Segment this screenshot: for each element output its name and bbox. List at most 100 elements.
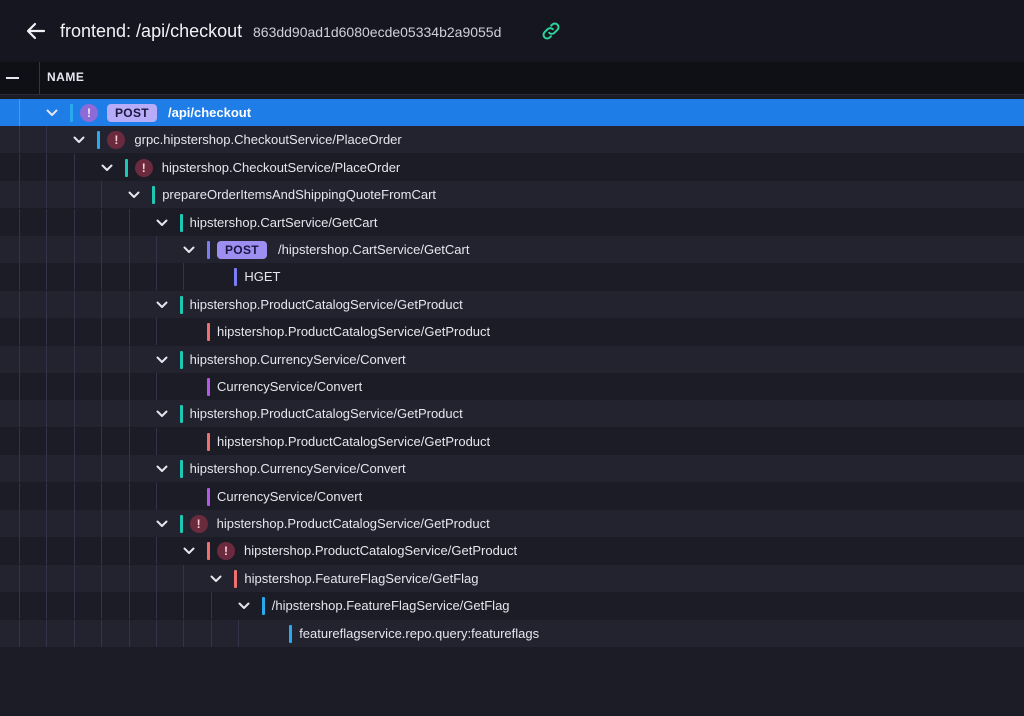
span-name: hipstershop.ProductCatalogService/GetPro… bbox=[189, 406, 463, 422]
service-color-bar bbox=[97, 131, 101, 150]
error-icon: ! bbox=[107, 131, 126, 150]
tree-guide-line bbox=[156, 236, 157, 263]
chevron-down-icon[interactable] bbox=[156, 299, 168, 311]
span-row[interactable]: hipstershop.ProductCatalogService/GetPro… bbox=[0, 318, 1024, 346]
service-color-bar bbox=[207, 432, 210, 451]
back-button[interactable] bbox=[24, 19, 48, 43]
empty-area bbox=[0, 648, 1024, 716]
tree-guide-line bbox=[101, 455, 103, 483]
span-row[interactable]: featureflagservice.repo.query:featurefla… bbox=[0, 619, 1024, 647]
tree-guide-line bbox=[128, 537, 130, 565]
chevron-down-icon[interactable] bbox=[156, 518, 168, 530]
span-row[interactable]: ! hipstershop.ProductCatalogService/GetPr… bbox=[0, 510, 1024, 537]
chevron-down-icon[interactable] bbox=[156, 408, 168, 420]
tree-guide-line bbox=[101, 208, 103, 236]
tree-guide-line bbox=[101, 592, 103, 620]
tree-guide-line bbox=[156, 263, 157, 291]
error-icon: ! bbox=[189, 515, 208, 533]
span-row[interactable]: /hipstershop.FeatureFlagService/GetFlag bbox=[0, 592, 1024, 620]
span-row[interactable]: CurrencyService/Convert bbox=[0, 373, 1024, 400]
span-row[interactable]: hipstershop.CurrencyService/Convert bbox=[0, 345, 1024, 373]
span-row[interactable]: hipstershop.ProductCatalogService/GetPro… bbox=[0, 400, 1024, 428]
tree-guide-line bbox=[19, 564, 20, 592]
tree-guide-line bbox=[73, 236, 75, 263]
tree-guide-line bbox=[73, 619, 75, 647]
page-title: frontend: /api/checkout bbox=[60, 21, 243, 41]
tree-guide-line bbox=[183, 592, 185, 620]
tree-guide-line bbox=[19, 263, 20, 291]
tree-guide-line bbox=[46, 427, 48, 455]
span-row[interactable]: ! hipstershop.ProductCatalogService/GetPr… bbox=[0, 537, 1024, 565]
chevron-down-icon[interactable] bbox=[156, 217, 168, 229]
tree-guide-line bbox=[128, 400, 130, 428]
tree-guide-line bbox=[19, 619, 20, 647]
tree-guide-line bbox=[19, 510, 20, 537]
chevron-down-icon[interactable] bbox=[101, 162, 113, 174]
span-row[interactable]: hipstershop.FeatureFlagService/GetFlag bbox=[0, 564, 1024, 592]
service-color-bar bbox=[124, 158, 128, 177]
span-row[interactable]: POST/hipstershop.CartService/GetCart bbox=[0, 236, 1024, 263]
span-row[interactable]: ! POST/api/checkout bbox=[0, 99, 1024, 126]
span-row[interactable]: hipstershop.CartService/GetCart bbox=[0, 208, 1024, 236]
tree-guide-line bbox=[101, 345, 103, 373]
error-icon: ! bbox=[217, 542, 235, 561]
span-name: hipstershop.CartService/GetCart bbox=[189, 214, 378, 230]
tree-guide-line bbox=[73, 537, 75, 565]
trace-header: frontend: /api/checkout 863dd90ad1d6080e… bbox=[0, 0, 1024, 63]
tree-guide-line bbox=[46, 592, 48, 620]
tree-guide-line bbox=[210, 592, 212, 620]
tree-guide-line bbox=[101, 373, 103, 400]
tree-guide-line bbox=[73, 564, 75, 592]
tree-guide-line bbox=[73, 373, 75, 400]
tree-guide-line bbox=[46, 236, 48, 263]
service-color-bar bbox=[207, 378, 210, 396]
tree-guide-line bbox=[101, 290, 103, 318]
chevron-down-icon[interactable] bbox=[210, 573, 222, 585]
span-row[interactable]: hipstershop.ProductCatalogService/GetPro… bbox=[0, 427, 1024, 455]
collapse-all-button[interactable] bbox=[0, 62, 40, 94]
service-color-bar bbox=[70, 104, 73, 122]
tree-guide-line bbox=[19, 181, 20, 209]
chevron-down-icon[interactable] bbox=[128, 189, 140, 201]
chevron-down-icon[interactable] bbox=[238, 600, 250, 612]
span-row[interactable]: HGET bbox=[0, 263, 1024, 291]
span-name: HGET bbox=[244, 269, 281, 285]
chevron-down-icon[interactable] bbox=[156, 354, 168, 366]
chevron-down-icon[interactable] bbox=[46, 107, 58, 119]
tree-guide-line bbox=[156, 318, 157, 346]
tree-guide-line bbox=[46, 290, 48, 318]
tree-guide-line bbox=[128, 592, 130, 620]
span-row[interactable]: prepareOrderItemsAndShippingQuoteFromCar… bbox=[0, 181, 1024, 209]
column-name: NAME bbox=[47, 70, 85, 84]
tree-guide-line bbox=[73, 208, 75, 236]
service-color-bar bbox=[261, 597, 265, 616]
tree-guide-line bbox=[183, 263, 185, 291]
span-name: hipstershop.CurrencyService/Convert bbox=[189, 461, 406, 477]
span-row[interactable]: hipstershop.ProductCatalogService/GetPro… bbox=[0, 290, 1024, 318]
tree-guide-line bbox=[128, 263, 130, 291]
tree-guide-line bbox=[46, 126, 48, 154]
span-name: /api/checkout bbox=[168, 105, 252, 120]
span-row[interactable]: ! grpc.hipstershop.CheckoutService/PlaceO… bbox=[0, 126, 1024, 154]
span-row[interactable]: ! hipstershop.CheckoutService/PlaceOrder bbox=[0, 153, 1024, 181]
tree-guide-line bbox=[101, 263, 103, 291]
span-name: CurrencyService/Convert bbox=[217, 379, 363, 394]
span-name: hipstershop.CheckoutService/PlaceOrder bbox=[161, 159, 401, 175]
chevron-down-icon[interactable] bbox=[73, 134, 85, 146]
chevron-down-icon[interactable] bbox=[183, 244, 195, 256]
tree-guide-line bbox=[128, 345, 130, 373]
span-row[interactable]: CurrencyService/Convert bbox=[0, 482, 1024, 510]
tree-guide-line bbox=[46, 345, 48, 373]
chevron-down-icon[interactable] bbox=[156, 463, 168, 475]
tree-guide-line bbox=[19, 126, 20, 154]
service-color-bar bbox=[179, 213, 183, 232]
span-name: featureflagservice.repo.query:featurefla… bbox=[299, 625, 540, 641]
span-row[interactable]: hipstershop.CurrencyService/Convert bbox=[0, 455, 1024, 483]
service-color-bar bbox=[179, 295, 183, 314]
tree-guide-line bbox=[101, 619, 103, 647]
copy-link-button[interactable] bbox=[540, 20, 562, 42]
service-color-bar bbox=[234, 268, 238, 287]
span-name: hipstershop.ProductCatalogService/GetPro… bbox=[217, 433, 491, 449]
chevron-down-icon[interactable] bbox=[183, 545, 195, 557]
tree-guide-line bbox=[156, 592, 157, 620]
